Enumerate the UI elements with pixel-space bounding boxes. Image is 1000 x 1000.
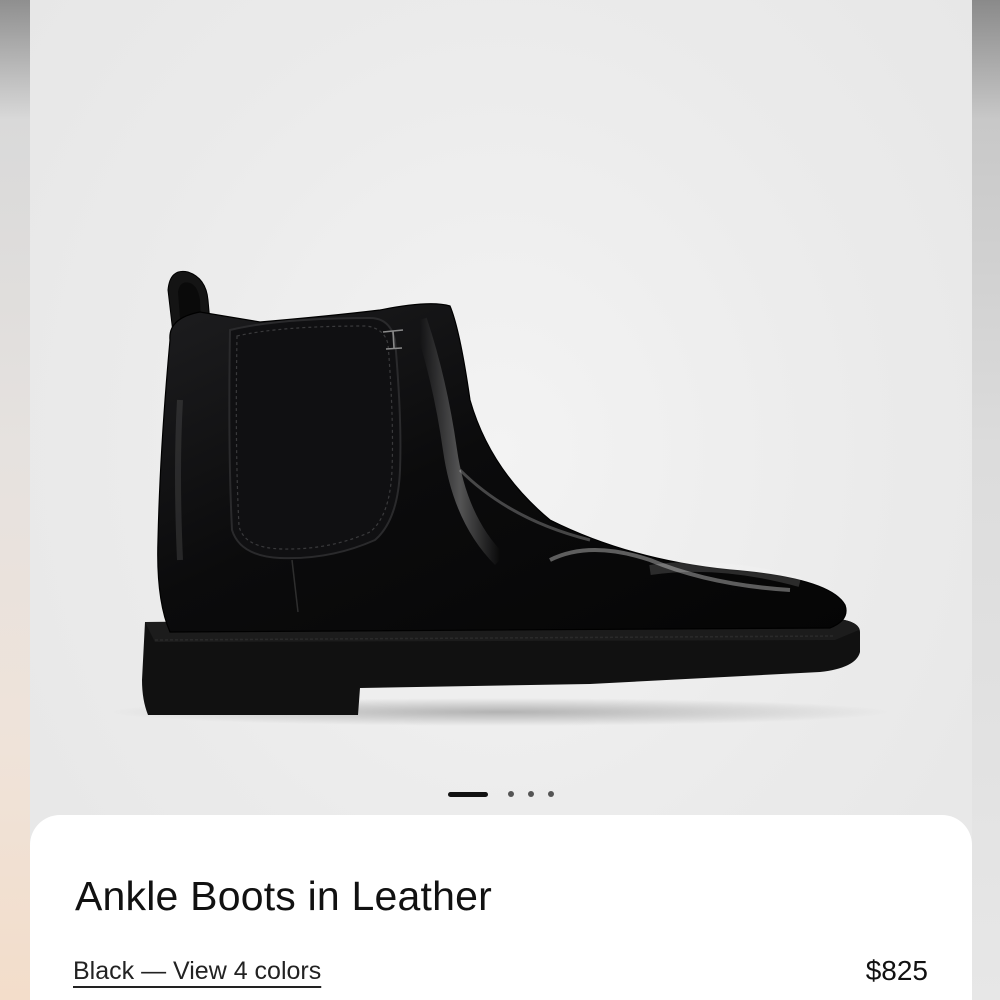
carousel-dot-4[interactable] [548,791,554,797]
boot-product-image [110,270,890,726]
carousel-dot-2[interactable] [508,791,514,797]
product-info-card: Ankle Boots in Leather Black — View 4 co… [30,815,972,1000]
product-title: Ankle Boots in Leather [75,873,492,919]
background-edge-left [0,0,30,1000]
boot-elastic-panel [228,316,402,560]
carousel-dot-1[interactable] [448,791,488,797]
background-edge-right [972,0,1000,1000]
product-price: $825 [865,955,928,986]
color-options-link[interactable]: Black — View 4 colors [73,957,321,986]
carousel-dot-3[interactable] [528,791,534,797]
carousel-indicator [30,788,972,800]
